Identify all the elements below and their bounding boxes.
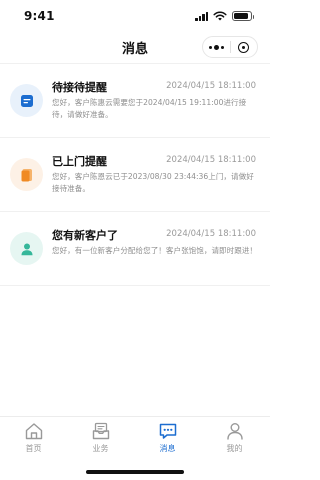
status-icons: [195, 10, 254, 22]
message-item-new-customer[interactable]: 您有新客户了 2024/04/15 18:11:00 您好，有一位新客户分配给您…: [0, 212, 270, 286]
message-body: 您好，客户陈恩云已于2023/08/30 23:44:36上门，请做好接待准备。: [52, 172, 254, 193]
mini-program-capsule: [202, 36, 258, 58]
message-title: 已上门提醒: [52, 155, 107, 168]
home-icon: [25, 423, 42, 440]
messages-screen: 9:41 消息 待接待提醒 2024/04/15 18:11:00 您好，客户陈…: [0, 0, 270, 480]
message-time: 2024/04/15 18:11:00: [166, 81, 256, 91]
message-list: 待接待提醒 2024/04/15 18:11:00 您好，客户陈惠云需要您于20…: [0, 64, 270, 286]
message-icon-container: [10, 84, 43, 117]
tab-label: 业务: [92, 444, 109, 453]
message-icon-container: [10, 158, 43, 191]
nav-bar: 消息: [0, 32, 270, 62]
document-icon: [21, 168, 32, 181]
user-icon: [21, 243, 32, 255]
more-options-button[interactable]: [203, 37, 230, 57]
message-body: 您好，客户陈惠云需要您于2024/04/15 19:11:00进行接待，请做好准…: [52, 98, 247, 119]
tab-label: 首页: [25, 444, 42, 453]
wifi-icon: [213, 11, 227, 21]
message-item-arrival-reminder[interactable]: 已上门提醒 2024/04/15 18:11:00 您好，客户陈恩云已于2023…: [0, 138, 270, 212]
message-time: 2024/04/15 18:11:00: [166, 155, 256, 165]
target-icon: [238, 41, 250, 53]
status-bar: 9:41: [0, 0, 270, 32]
message-time: 2024/04/15 18:11:00: [166, 229, 256, 239]
profile-icon: [226, 423, 243, 440]
battery-level: [234, 13, 248, 19]
tab-messages[interactable]: 消息: [134, 421, 201, 461]
message-title: 您有新客户了: [52, 229, 118, 242]
status-time: 9:41: [24, 9, 55, 23]
chat-icon: [159, 423, 176, 439]
message-item-reception-reminder[interactable]: 待接待提醒 2024/04/15 18:11:00 您好，客户陈惠云需要您于20…: [0, 64, 270, 138]
cellular-signal-icon: [195, 11, 208, 21]
inbox-icon: [92, 422, 109, 440]
battery-icon: [232, 11, 254, 21]
tab-profile[interactable]: 我的: [201, 421, 268, 461]
home-indicator: [86, 470, 184, 474]
tab-label: 我的: [226, 444, 243, 453]
message-title: 待接待提醒: [52, 81, 107, 94]
close-mini-program-button[interactable]: [231, 37, 258, 57]
tab-business[interactable]: 业务: [67, 421, 134, 461]
tab-label: 消息: [159, 444, 176, 453]
notepad-icon: [20, 94, 33, 107]
tab-home[interactable]: 首页: [0, 421, 67, 461]
message-body: 您好，有一位新客户分配给您了！客户张饱饱，请即时跟进！: [52, 246, 258, 255]
message-icon-container: [10, 232, 43, 265]
